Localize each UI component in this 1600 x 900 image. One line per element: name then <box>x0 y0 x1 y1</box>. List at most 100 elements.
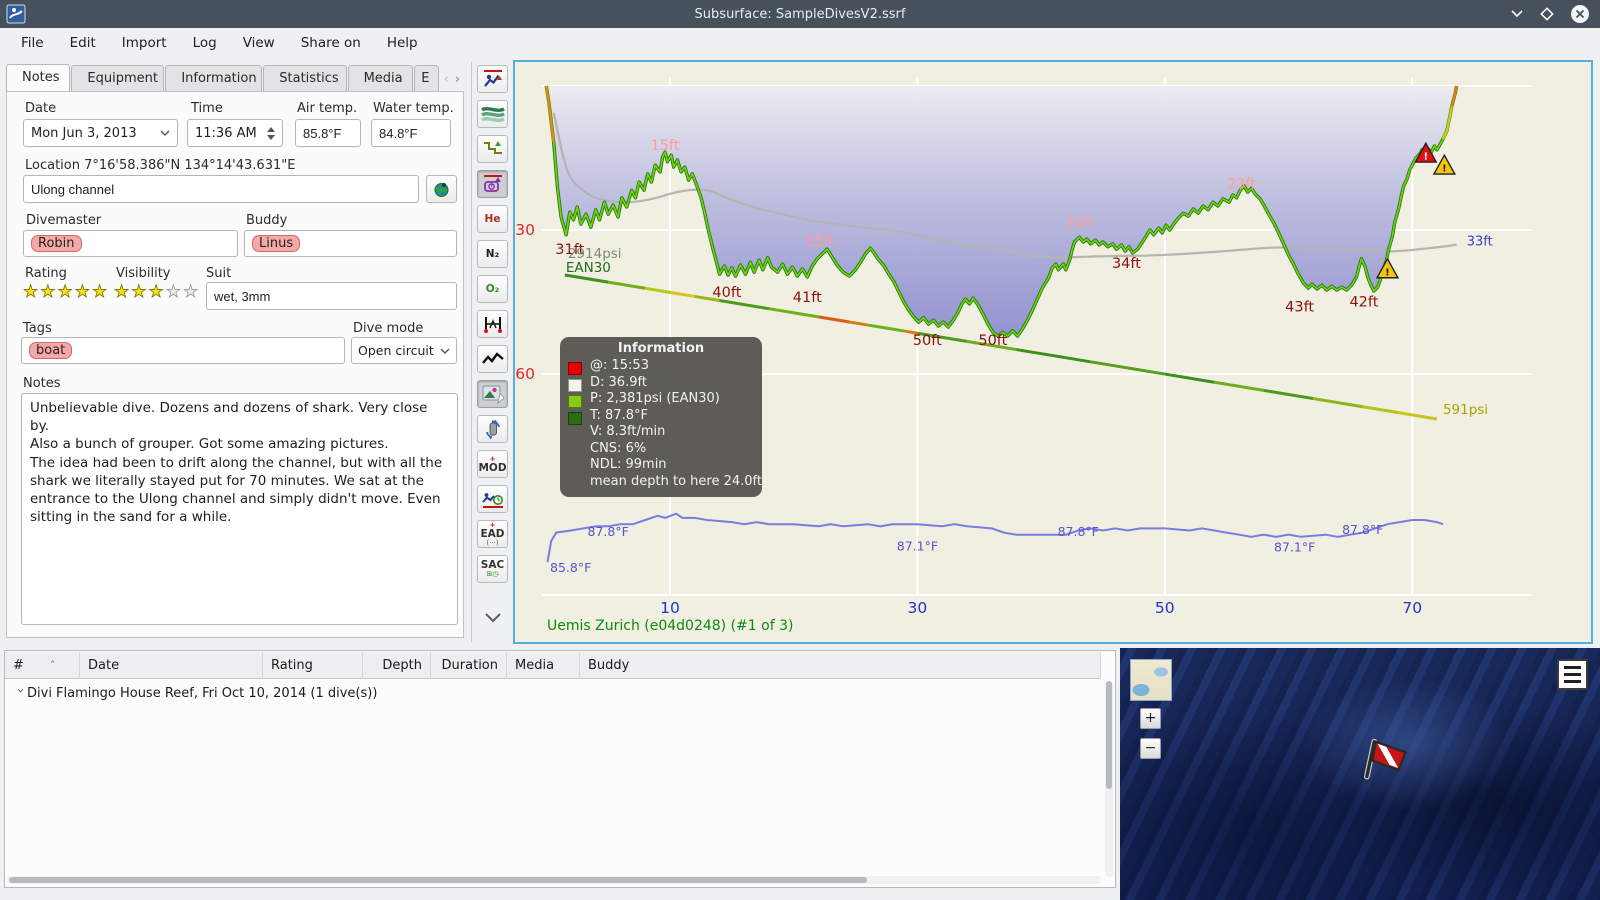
tab-scroll-right-icon[interactable]: › <box>455 72 460 87</box>
photos-icon[interactable] <box>477 380 508 408</box>
ruler-icon[interactable] <box>477 310 508 338</box>
map-menu-button[interactable] <box>1557 659 1588 690</box>
dc-ceiling-icon[interactable] <box>477 170 508 198</box>
toolbar-scroll-down-icon[interactable] <box>477 604 508 632</box>
chart-label: Uemis Zurich (e04d0248) (#1 of 3) <box>547 618 793 634</box>
star-5[interactable]: ★ <box>92 282 109 303</box>
close-button[interactable] <box>1570 4 1590 24</box>
star-3[interactable]: ★ <box>148 282 166 303</box>
chart-label: 50ft <box>913 333 942 349</box>
star-1[interactable]: ★ <box>114 282 131 303</box>
suit-input[interactable] <box>206 282 457 310</box>
maximize-button[interactable] <box>1540 7 1554 21</box>
tab-scroll-left-icon[interactable]: ‹ <box>444 72 449 87</box>
visibility-stars[interactable]: ★★★★★ <box>114 282 200 303</box>
dive-list-vertical-scrollbar[interactable] <box>1105 681 1113 877</box>
ead-icon[interactable]: + EAD (···) <box>477 520 508 548</box>
dive-trip-row[interactable]: › Divi Flamingo House Reef, Fri Oct 10, 2… <box>5 683 1115 704</box>
mod-icon[interactable]: + MOD <box>477 450 508 478</box>
tab-media[interactable]: Media <box>347 65 414 92</box>
info-line: mean depth to here 24.0ft <box>590 473 762 489</box>
chart-label: ! <box>1424 152 1429 163</box>
waves-icon[interactable] <box>477 100 508 128</box>
sac-icon[interactable]: SAC ⊞◷ <box>477 555 508 583</box>
dive-flag-marker[interactable] <box>1356 734 1412 790</box>
dive-profile-chart: 15ft 31ft 40ft 41ft 35ft 50ft 50ft 31ft 34ft 23ft… <box>513 60 1593 644</box>
tab-equipment[interactable]: Equipment <box>71 65 165 92</box>
map-zoom-in-button[interactable]: + <box>1140 708 1161 729</box>
tab-e[interactable]: E <box>414 65 439 92</box>
column-header-media[interactable]: Media <box>507 651 580 679</box>
chart-label: 42ft <box>1349 295 1378 311</box>
ascent-rate-icon[interactable] <box>477 65 508 93</box>
helium-graph-icon[interactable]: He <box>477 205 508 233</box>
star-2[interactable]: ★ <box>131 282 148 303</box>
chart-label: ! <box>1385 267 1390 278</box>
chart-label: 50ft <box>978 333 1007 349</box>
info-line: @: 15:53 <box>590 358 649 373</box>
chart-label: 87.1°F <box>1274 540 1315 555</box>
watertemp-field[interactable] <box>371 119 451 147</box>
minimize-button[interactable] <box>1510 9 1524 19</box>
star-3[interactable]: ★ <box>57 282 75 303</box>
chart-label: 87.8°F <box>1058 524 1099 539</box>
time-spin-arrows[interactable] <box>267 126 275 140</box>
star-4[interactable]: ★ <box>74 282 92 303</box>
star-5[interactable]: ★ <box>183 282 200 303</box>
tab-information[interactable]: Information <box>165 65 263 92</box>
date-select[interactable]: Mon Jun 3, 2013 <box>23 119 178 147</box>
divemaster-input[interactable]: Robin <box>23 230 238 257</box>
notes-textarea[interactable]: Unbelievable dive. Dozens and dozens of … <box>21 393 458 625</box>
chart-label: 33ft <box>1467 235 1493 250</box>
buddy-input[interactable]: Linus <box>244 230 457 257</box>
gas-change-icon[interactable] <box>477 415 508 443</box>
tag-chip: boat <box>29 342 73 359</box>
column-header-date[interactable]: Date <box>80 651 263 679</box>
chevron-down-icon <box>440 348 450 354</box>
column-header-num[interactable]: # ˆ <box>5 651 80 679</box>
calculated-ceiling-icon[interactable] <box>477 135 508 163</box>
dive-site-map[interactable]: + − <box>1120 648 1600 900</box>
menu-item-log[interactable]: Log <box>180 28 230 58</box>
nitrogen-graph-icon[interactable]: N₂ <box>477 240 508 268</box>
collapse-icon[interactable]: › <box>13 688 28 702</box>
tags-label: Tags <box>23 321 52 336</box>
menu-item-file[interactable]: File <box>8 28 57 58</box>
menu-item-share-on[interactable]: Share on <box>288 28 374 58</box>
column-header-rating[interactable]: Rating <box>263 651 363 679</box>
star-1[interactable]: ★ <box>23 282 40 303</box>
map-location-button[interactable] <box>426 175 457 203</box>
column-header-depth[interactable]: Depth <box>363 651 431 679</box>
info-line: T: 87.8°F <box>590 407 648 423</box>
map-zoom-out-button[interactable]: − <box>1140 738 1161 759</box>
dive-list-horizontal-scrollbar[interactable] <box>7 876 1101 884</box>
window-title: Subsurface: SampleDivesV2.ssrf <box>694 6 906 22</box>
location-input[interactable] <box>23 175 419 203</box>
menu-item-edit[interactable]: Edit <box>57 28 109 58</box>
tabbar: Notes Equipment Information Statistics Media… <box>6 64 464 92</box>
tab-notes[interactable]: Notes <box>6 64 71 92</box>
chart-label: 50 <box>1155 599 1175 617</box>
column-header-buddy[interactable]: Buddy <box>580 651 1101 679</box>
airtemp-field[interactable] <box>295 119 361 147</box>
chart-label: 60 <box>515 365 535 383</box>
star-4[interactable]: ★ <box>165 282 183 303</box>
heart-rate-icon[interactable] <box>477 345 508 373</box>
star-2[interactable]: ★ <box>40 282 57 303</box>
menu-item-help[interactable]: Help <box>374 28 431 58</box>
column-header-duration[interactable]: Duration <box>431 651 507 679</box>
rating-stars[interactable]: ★★★★★ <box>23 282 109 303</box>
tab-statistics[interactable]: Statistics <box>263 65 347 92</box>
ndl-icon[interactable] <box>477 485 508 513</box>
oxygen-graph-icon[interactable]: O₂ <box>477 275 508 303</box>
tags-input[interactable]: boat <box>21 337 345 364</box>
chart-label: 15ft <box>651 138 680 154</box>
divemode-select[interactable]: Open circuit <box>351 337 457 364</box>
menu-item-view[interactable]: View <box>230 28 288 58</box>
time-spinbox[interactable]: 11:36 AM <box>187 119 283 147</box>
chevron-down-icon <box>160 130 170 136</box>
info-line: NDL: 99min <box>590 457 667 472</box>
menu-item-import[interactable]: Import <box>109 28 180 58</box>
chart-label: 41ft <box>793 290 822 306</box>
map-overview-thumbnail[interactable] <box>1130 659 1172 701</box>
